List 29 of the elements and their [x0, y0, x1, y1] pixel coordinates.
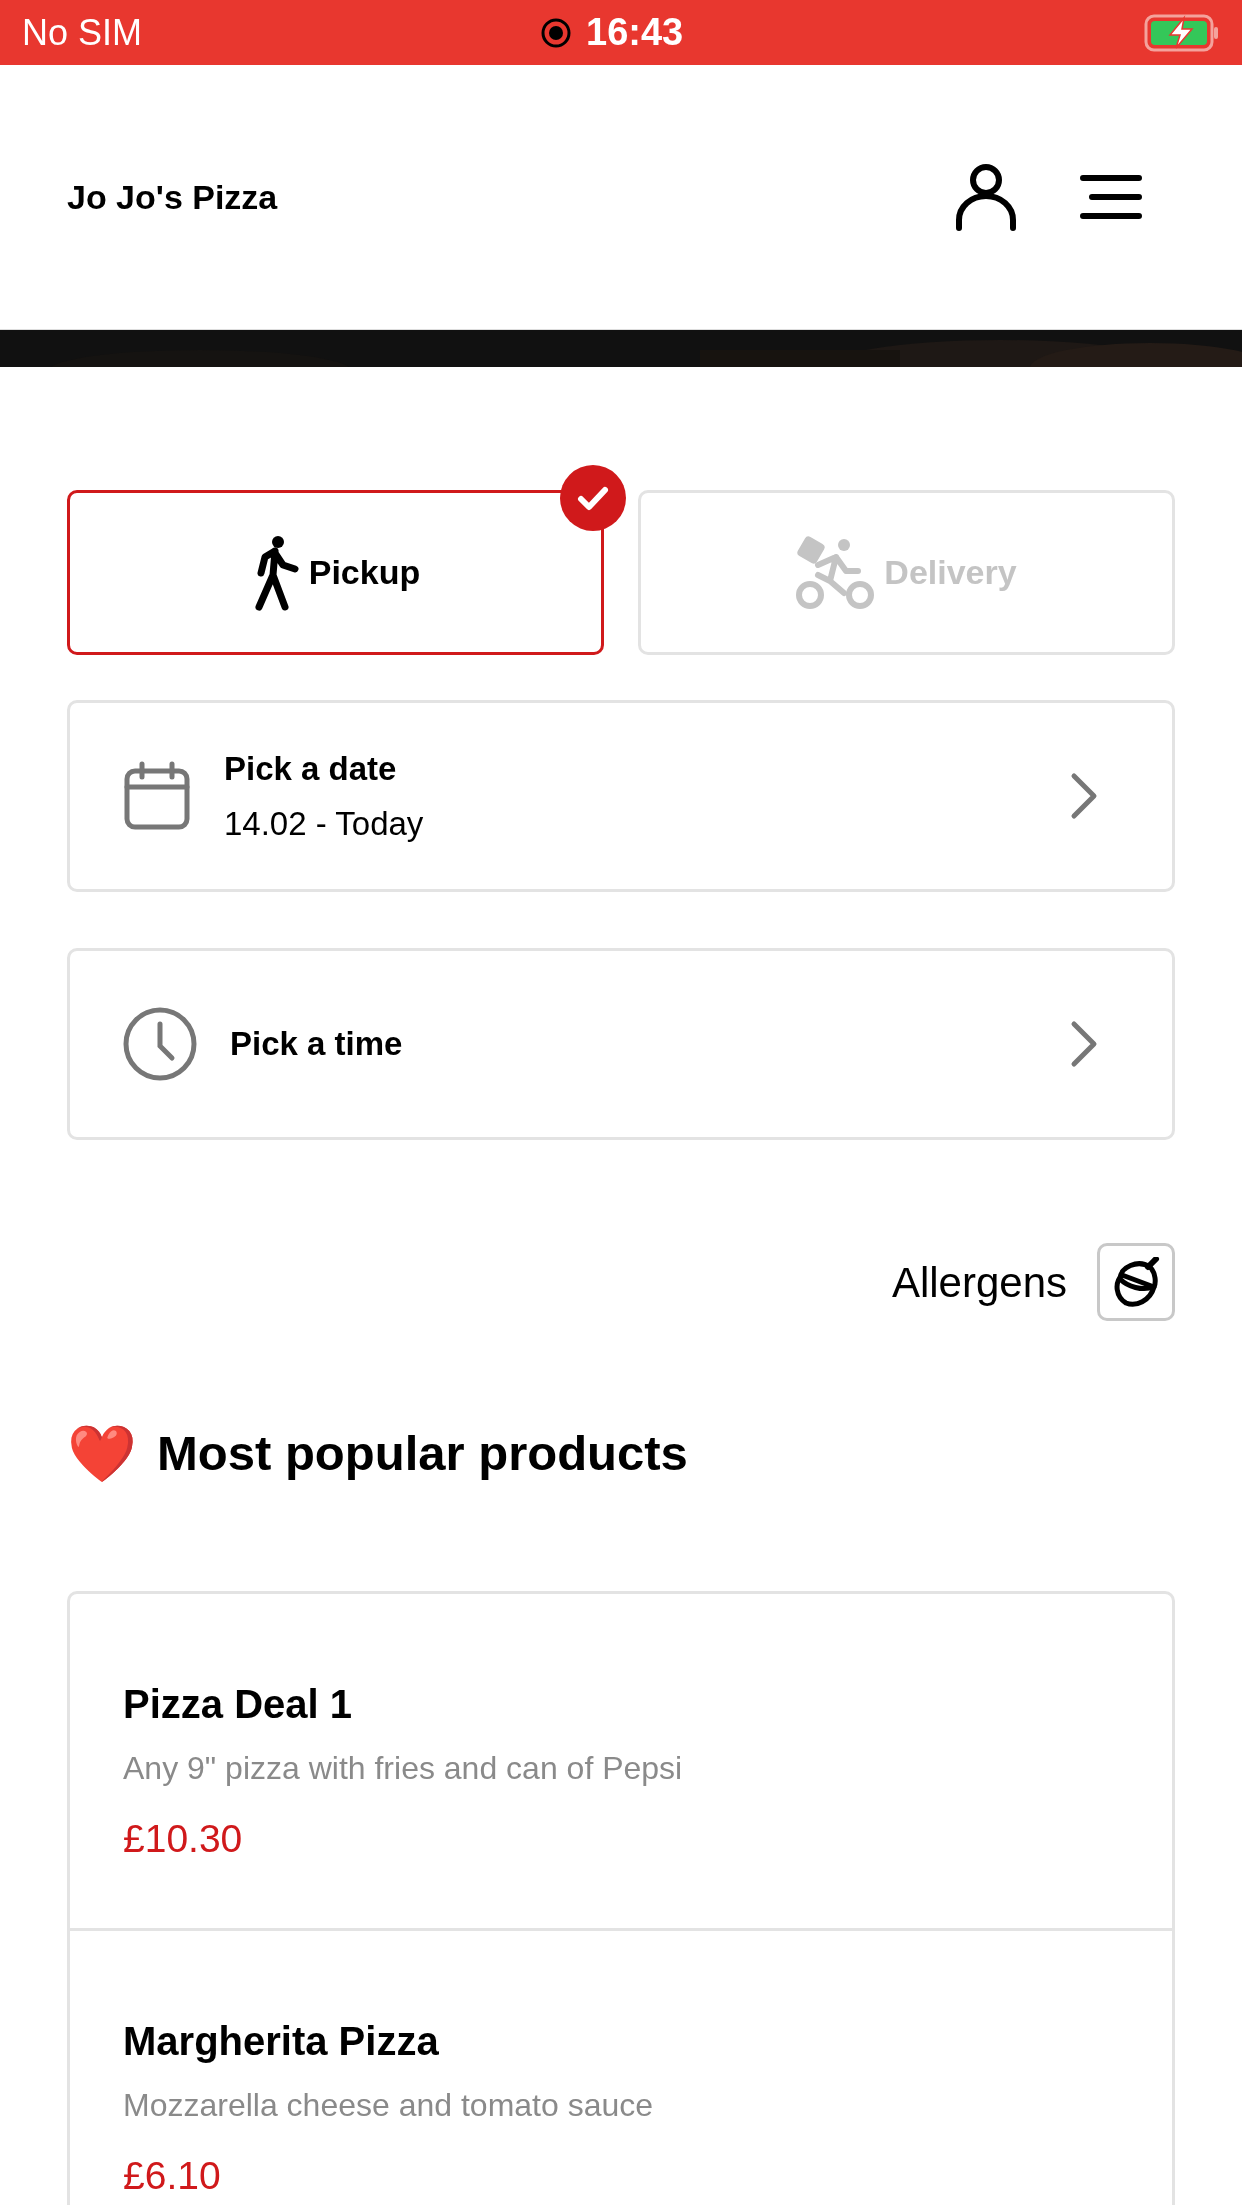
product-price: £6.10 [123, 2152, 222, 2199]
section-heading: Most popular products [157, 1425, 688, 1482]
chevron-right-icon [1070, 1020, 1098, 1068]
chevron-right-icon [1070, 772, 1098, 820]
product-description: Mozzarella cheese and tomato sauce [123, 2085, 655, 2125]
checkmark-badge-icon [560, 465, 626, 531]
product-price: £10.30 [123, 1815, 244, 1862]
picker-label: Pick a date [224, 748, 398, 789]
picker-label: Pick a time [230, 1024, 404, 1065]
clock-text: 16:43 [586, 10, 684, 55]
product-name[interactable]: Pizza Deal 1 [123, 1673, 1119, 1734]
product-name[interactable]: Margherita Pizza [123, 2010, 1119, 2071]
allergens-label: Allergens [891, 1257, 1067, 1308]
product-description: Any 9" pizza with fries and can of Pepsi [123, 1748, 684, 1788]
heart-icon: ❤ [67, 1425, 137, 1482]
picker-value: 14.02 - Today [224, 804, 425, 844]
restaurant-title: Jo Jo's Pizza [67, 176, 278, 218]
calendar-icon [122, 761, 192, 831]
menu-icon[interactable] [1080, 174, 1142, 220]
carrier-text: No SIM [22, 10, 143, 55]
account-icon[interactable] [954, 162, 1018, 232]
allergens-button[interactable] [1097, 1243, 1175, 1321]
delivery-bike-icon [796, 534, 877, 611]
recording-icon [540, 16, 572, 49]
date-picker[interactable]: Pick a date 14.02 - Today [67, 700, 1175, 892]
battery-icon [1144, 13, 1220, 52]
pickup-option[interactable]: Pickup [67, 490, 604, 655]
time-picker[interactable]: Pick a time [67, 948, 1175, 1140]
clock-icon [122, 1006, 198, 1082]
